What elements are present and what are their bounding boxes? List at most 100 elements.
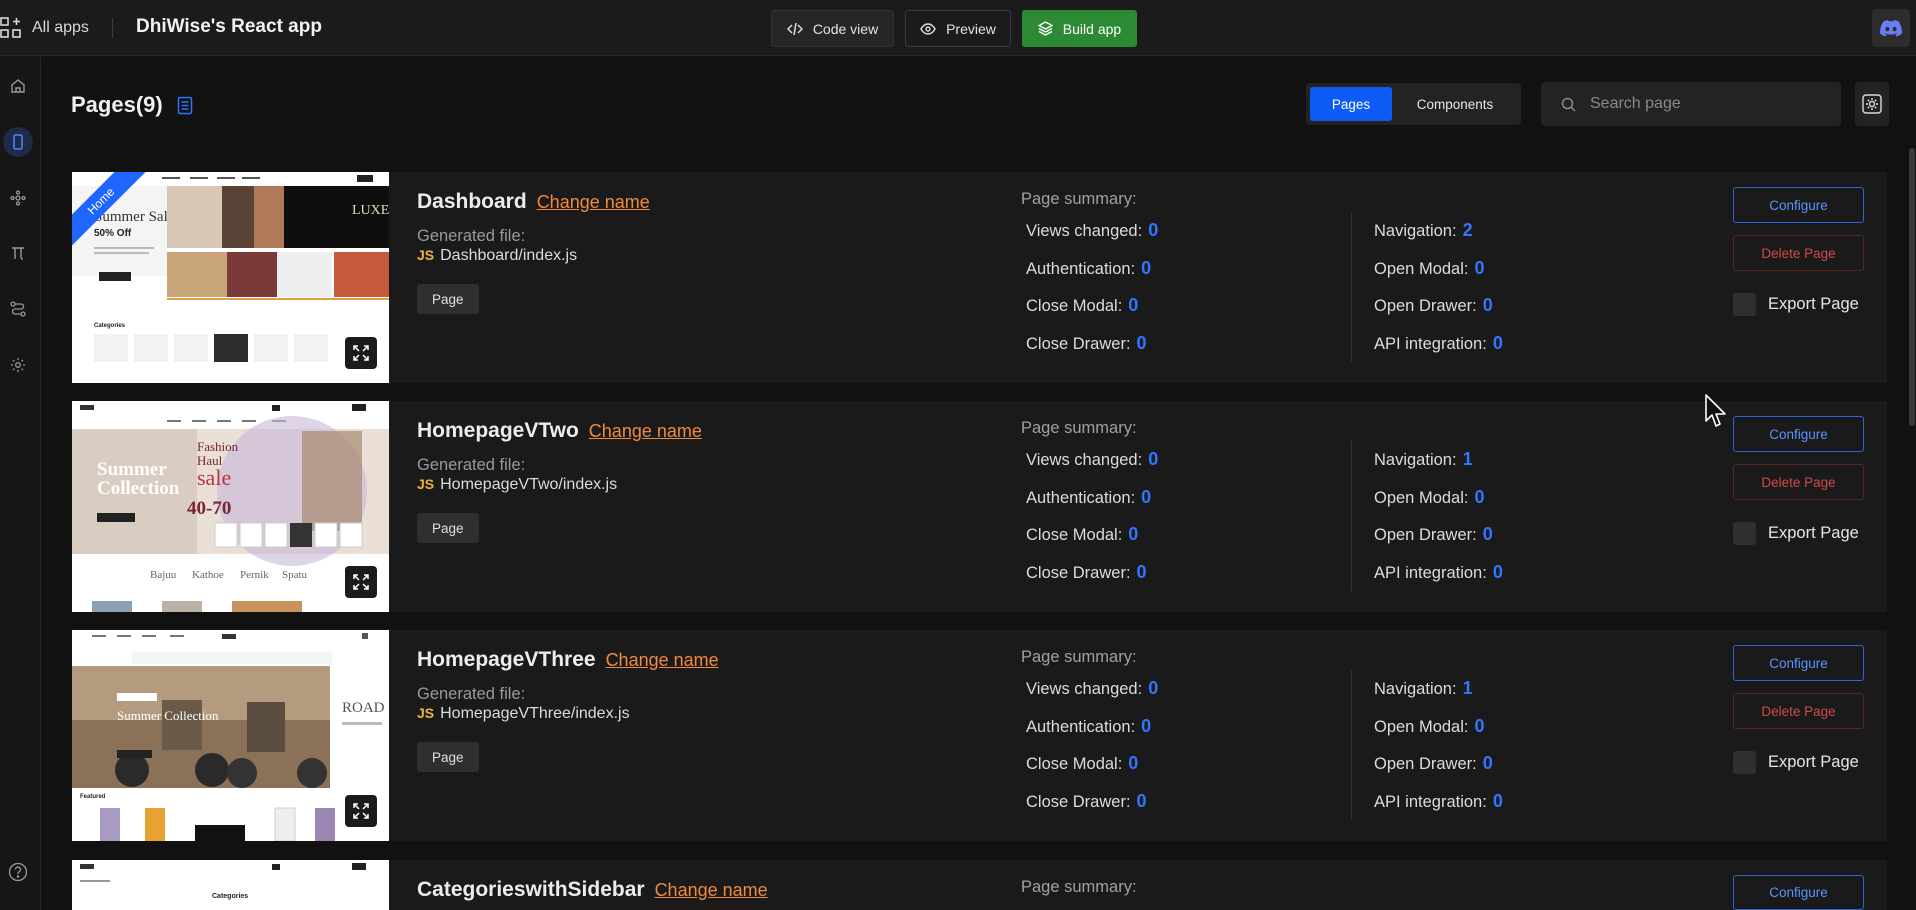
js-icon: JS	[417, 705, 435, 721]
page-name-text: CategorieswithSidebar	[417, 878, 645, 901]
sidebar-item-help[interactable]	[3, 857, 33, 887]
generated-file-label: Generated file:	[417, 685, 526, 703]
stat-authentication: Authentication: 0	[1026, 258, 1152, 278]
route-icon	[10, 301, 26, 317]
sidebar-item-settings[interactable]	[3, 350, 33, 380]
svg-text:Categories: Categories	[212, 893, 248, 900]
page-thumbnail[interactable]: Categories	[72, 860, 389, 910]
checkbox[interactable]	[1733, 751, 1756, 774]
stat-close-modal: Close Modal: 0	[1026, 753, 1139, 773]
expand-preview-button[interactable]	[345, 337, 377, 369]
sidebar-item-constants[interactable]	[3, 238, 33, 268]
stat-open-modal: Open Modal: 0	[1374, 716, 1485, 736]
stat-views-changed: Views changed: 0	[1026, 449, 1159, 469]
page-name-text: Dashboard	[417, 190, 527, 213]
page-name-text: HomepageVThree	[417, 648, 596, 671]
checkbox[interactable]	[1733, 522, 1756, 545]
page-name-text: HomepageVTwo	[417, 419, 579, 442]
expand-preview-button[interactable]	[345, 795, 377, 827]
code-view-button[interactable]: Code view	[771, 10, 894, 47]
svg-text:Featured: Featured	[80, 794, 106, 800]
configure-button[interactable]: Configure	[1733, 187, 1864, 223]
sidebar-item-pages[interactable]	[3, 127, 33, 157]
home-icon	[11, 79, 25, 93]
search-box	[1541, 82, 1841, 126]
page-card-homepagevtwo: Summer Collection Fashion Haul sale 40-7…	[72, 401, 1887, 612]
generated-file-path: Dashboard/index.js	[440, 247, 578, 264]
build-app-button[interactable]: Build app	[1022, 10, 1137, 47]
export-page-checkbox[interactable]: Export Page	[1733, 751, 1859, 774]
expand-icon	[353, 345, 369, 361]
stat-open-modal: Open Modal: 0	[1374, 258, 1485, 278]
export-page-label: Export Page	[1768, 524, 1859, 542]
stat-open-drawer: Open Drawer: 0	[1374, 524, 1493, 544]
app-title: DhiWise's React app	[136, 16, 322, 37]
delete-page-button[interactable]: Delete Page	[1733, 693, 1864, 729]
document-icon[interactable]	[177, 96, 193, 115]
export-page-checkbox[interactable]: Export Page	[1733, 293, 1859, 316]
export-page-checkbox[interactable]: Export Page	[1733, 522, 1859, 545]
page-name: HomepageVTwo Change name	[417, 419, 702, 443]
summary-divider	[1351, 441, 1352, 591]
all-apps-link[interactable]: All apps	[0, 14, 89, 42]
tab-pages[interactable]: Pages	[1310, 87, 1392, 121]
delete-page-button[interactable]: Delete Page	[1733, 235, 1864, 271]
change-name-link[interactable]: Change name	[589, 421, 702, 442]
layers-icon	[1037, 21, 1053, 36]
sidebar-item-home[interactable]	[3, 71, 33, 101]
generated-file[interactable]: JS HomepageVThree/index.js	[417, 705, 630, 723]
configure-button[interactable]: Configure	[1733, 416, 1864, 452]
change-name-link[interactable]: Change name	[655, 880, 768, 901]
change-name-link[interactable]: Change name	[606, 650, 719, 671]
page-card-categorieswithsidebar: Categories CategorieswithSidebar Change …	[72, 860, 1887, 910]
page-thumbnail[interactable]: Summer Collection Fashion Haul sale 40-7…	[72, 401, 389, 612]
page-thumbnail[interactable]: Summer Collection ROAD Featured	[72, 630, 389, 841]
page-title: Pages(9)	[71, 92, 193, 118]
delete-page-button[interactable]: Delete Page	[1733, 464, 1864, 500]
preview-button[interactable]: Preview	[905, 10, 1011, 47]
stat-close-modal: Close Modal: 0	[1026, 524, 1139, 544]
configure-button[interactable]: Configure	[1733, 645, 1864, 681]
code-icon	[786, 22, 803, 35]
tab-components[interactable]: Components	[1396, 87, 1514, 121]
svg-text:Spatu: Spatu	[282, 569, 308, 581]
sidebar-item-routes[interactable]	[3, 294, 33, 324]
discord-button[interactable]	[1872, 9, 1910, 47]
all-apps-label: All apps	[32, 19, 89, 36]
page-thumbnail[interactable]: Summer Sale 50% Off LUXE Categories Home	[72, 172, 389, 383]
page-type-tag: Page	[417, 284, 479, 314]
change-name-link[interactable]: Change name	[537, 192, 650, 213]
stat-navigation: Navigation: 2	[1374, 220, 1473, 240]
page-settings-button[interactable]	[1855, 82, 1889, 126]
expand-preview-button[interactable]	[345, 566, 377, 598]
generated-file[interactable]: JS HomepageVTwo/index.js	[417, 476, 617, 494]
checkbox[interactable]	[1733, 293, 1756, 316]
stat-authentication: Authentication: 0	[1026, 487, 1152, 507]
configure-button[interactable]: Configure	[1733, 875, 1864, 910]
categories-preview-image: Categories	[72, 860, 389, 910]
svg-text:Pernik: Pernik	[240, 569, 269, 581]
page-name: Dashboard Change name	[417, 190, 650, 214]
generated-file[interactable]: JS Dashboard/index.js	[417, 247, 577, 265]
scrollbar[interactable]	[1909, 148, 1915, 426]
page-name: HomepageVThree Change name	[417, 648, 719, 672]
svg-text:Fashion: Fashion	[197, 439, 239, 454]
search-input[interactable]	[1590, 95, 1820, 113]
page-type-tag: Page	[417, 742, 479, 772]
page-summary-label: Page summary:	[1021, 190, 1137, 208]
generated-file-path: HomepageVTwo/index.js	[440, 476, 618, 493]
svg-text:sale: sale	[197, 465, 231, 490]
stat-api-integration: API integration: 0	[1374, 333, 1503, 353]
expand-icon	[353, 574, 369, 590]
homepage-v3-preview-image: Summer Collection ROAD Featured	[72, 630, 389, 841]
discord-icon	[1880, 19, 1902, 36]
page-summary-label: Page summary:	[1021, 648, 1137, 666]
stat-api-integration: API integration: 0	[1374, 562, 1503, 582]
svg-text:Summer Collection: Summer Collection	[117, 708, 219, 723]
svg-text:50% Off: 50% Off	[94, 228, 132, 239]
code-view-label: Code view	[812, 20, 879, 37]
preview-label: Preview	[946, 20, 996, 37]
sidebar-item-flow[interactable]	[3, 183, 33, 213]
stat-views-changed: Views changed: 0	[1026, 220, 1159, 240]
svg-text:Kathoe: Kathoe	[192, 569, 224, 581]
